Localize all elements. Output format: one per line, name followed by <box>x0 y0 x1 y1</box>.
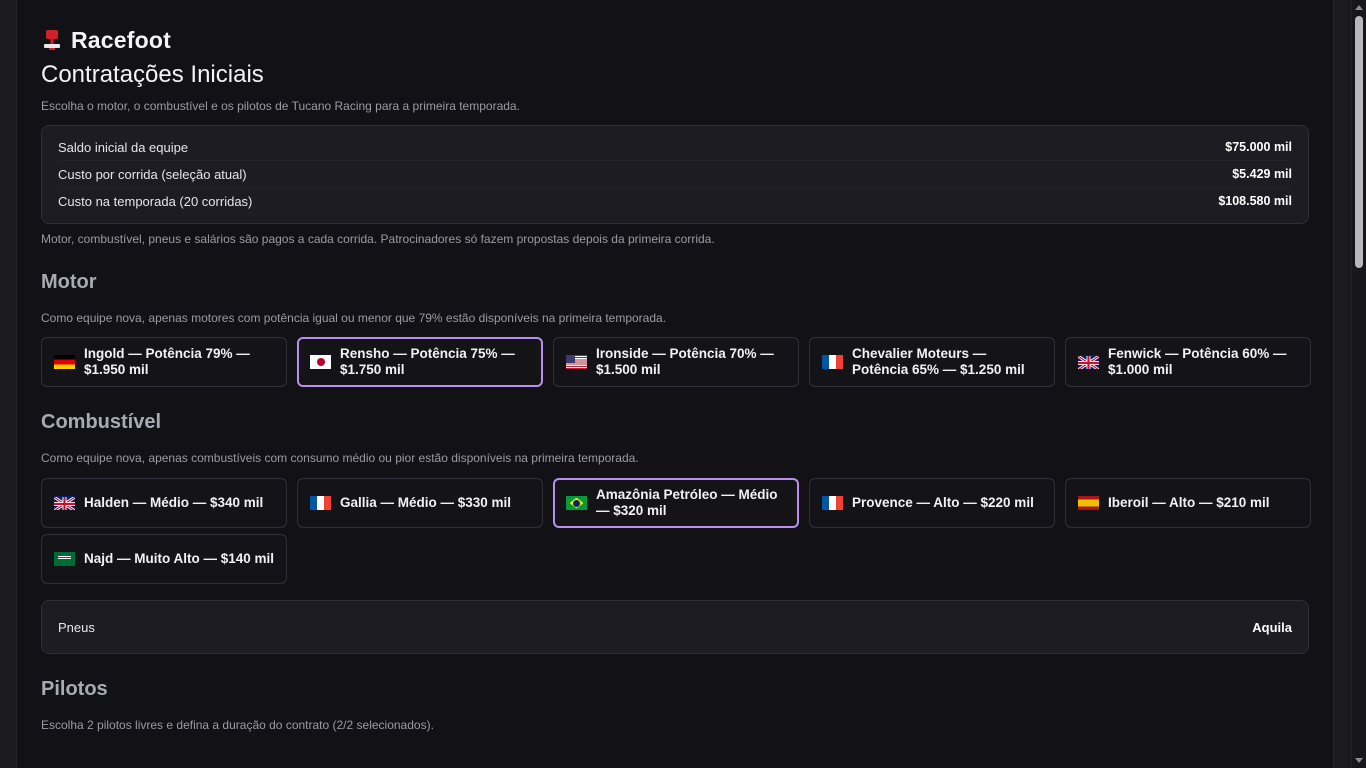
motor-option-ironside[interactable]: Ironside — Potência 70% — $1.500 mil <box>553 337 799 387</box>
tyre-label: Pneus <box>58 619 95 635</box>
budget-row: Custo na temporada (20 corridas) $108.58… <box>58 187 1292 214</box>
brazil-flag-icon <box>566 496 587 510</box>
saudi-flag-icon <box>54 552 75 566</box>
page-title: Contratações Iniciais <box>41 61 264 88</box>
usa-flag-icon <box>566 355 587 369</box>
option-label: Ingold — Potência 79% — $1.950 mil <box>84 346 250 377</box>
brand-name: Racefoot <box>71 26 172 53</box>
budget-value: $5.429 mil <box>1232 167 1292 181</box>
brand: Racefoot <box>41 26 1309 54</box>
motor-option-ingold[interactable]: Ingold — Potência 79% — $1.950 mil <box>41 337 287 387</box>
budget-value: $108.580 mil <box>1218 194 1292 208</box>
option-label: Fenwick — Potência 60% — $1.000 mil <box>1108 346 1287 377</box>
fuel-option-gallia[interactable]: Gallia — Médio — $330 mil <box>297 478 543 528</box>
option-label: Amazônia Petróleo — Médio — $320 mil <box>596 487 778 518</box>
budget-label: Saldo inicial da equipe <box>58 139 189 155</box>
budget-summary: Saldo inicial da equipe $75.000 mil Cust… <box>41 125 1309 224</box>
uk-flag-icon <box>54 496 75 510</box>
motor-option-fenwick[interactable]: Fenwick — Potência 60% — $1.000 mil <box>1065 337 1311 387</box>
germany-flag-icon <box>54 355 75 369</box>
motor-section-desc: Como equipe nova, apenas motores com pot… <box>41 311 667 325</box>
option-label: Gallia — Médio — $330 mil <box>340 495 512 510</box>
budget-value: $75.000 mil <box>1225 140 1292 154</box>
fuel-section-desc: Como equipe nova, apenas combustíveis co… <box>41 451 639 465</box>
budget-label: Custo por corrida (seleção atual) <box>58 166 247 182</box>
tyre-supplier: Pneus Aquila <box>41 600 1309 654</box>
uk-flag-icon <box>1078 355 1099 369</box>
fuel-option-halden[interactable]: Halden — Médio — $340 mil <box>41 478 287 528</box>
tyre-value: Aquila <box>1252 619 1292 635</box>
pilots-section-desc: Escolha 2 pilotos livres e defina a dura… <box>41 718 434 732</box>
budget-row: Custo por corrida (seleção atual) $5.429… <box>58 160 1292 187</box>
motor-options: Ingold — Potência 79% — $1.950 mil Rensh… <box>41 337 1311 387</box>
france-flag-icon <box>310 496 331 510</box>
option-label: Rensho — Potência 75% — $1.750 mil <box>340 346 515 377</box>
pilots-section-title: Pilotos <box>41 678 108 700</box>
motor-option-rensho[interactable]: Rensho — Potência 75% — $1.750 mil <box>297 337 543 387</box>
fuel-option-najd[interactable]: Najd — Muito Alto — $140 mil <box>41 534 287 584</box>
spain-flag-icon <box>1078 496 1099 510</box>
japan-flag-icon <box>310 355 331 369</box>
scroll-up-icon[interactable] <box>1355 5 1363 10</box>
option-label: Provence — Alto — $220 mil <box>852 495 1034 510</box>
budget-note: Motor, combustível, pneus e salários são… <box>41 232 715 246</box>
fuel-option-iberoil[interactable]: Iberoil — Alto — $210 mil <box>1065 478 1311 528</box>
france-flag-icon <box>822 355 843 369</box>
fuel-section-title: Combustível <box>41 411 162 433</box>
fuel-option-amazonia[interactable]: Amazônia Petróleo — Médio — $320 mil <box>553 478 799 528</box>
france-flag-icon <box>822 496 843 510</box>
budget-row: Saldo inicial da equipe $75.000 mil <box>58 134 1292 160</box>
budget-label: Custo na temporada (20 corridas) <box>58 193 253 209</box>
option-label: Chevalier Moteurs — Potência 65% — $1.25… <box>852 346 1025 377</box>
fuel-option-provence[interactable]: Provence — Alto — $220 mil <box>809 478 1055 528</box>
trophy-icon <box>41 29 63 51</box>
motor-option-chevalier[interactable]: Chevalier Moteurs — Potência 65% — $1.25… <box>809 337 1055 387</box>
main-content: Racefoot Contratações Iniciais Escolha o… <box>16 0 1334 768</box>
motor-section-title: Motor <box>41 271 97 293</box>
option-label: Iberoil — Alto — $210 mil <box>1108 495 1270 510</box>
option-label: Halden — Médio — $340 mil <box>84 495 264 510</box>
vertical-scrollbar[interactable] <box>1351 0 1366 768</box>
scrollbar-thumb[interactable] <box>1355 16 1363 268</box>
scroll-down-icon[interactable] <box>1355 758 1363 763</box>
page-subtitle: Escolha o motor, o combustível e os pilo… <box>41 99 520 113</box>
fuel-options: Halden — Médio — $340 mil Gallia — Médio… <box>41 478 1311 584</box>
option-label: Ironside — Potência 70% — $1.500 mil <box>596 346 774 377</box>
option-label: Najd — Muito Alto — $140 mil <box>84 551 275 566</box>
